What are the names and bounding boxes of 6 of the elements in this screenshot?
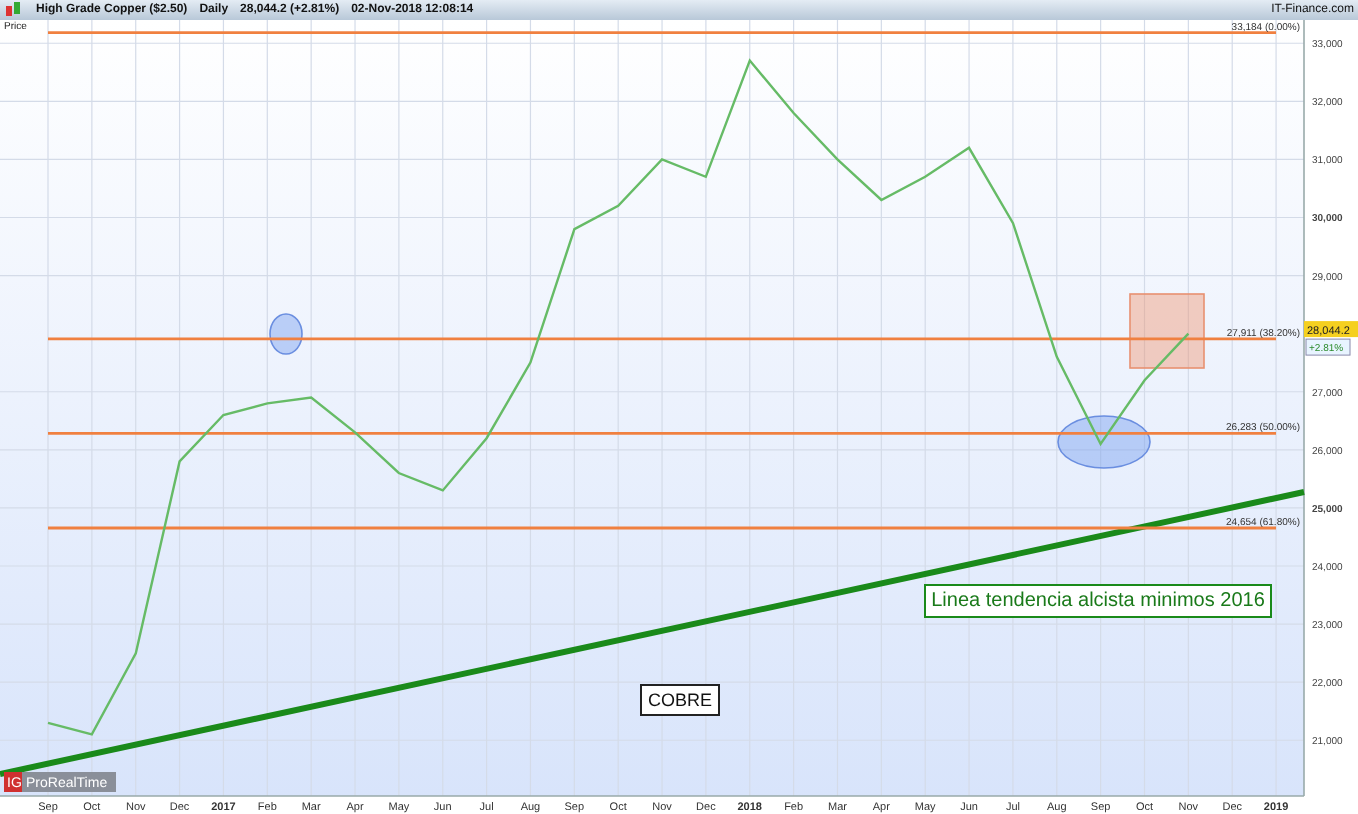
candlestick-icon <box>4 2 24 18</box>
highlight-ellipse <box>1057 415 1151 469</box>
highlight-ellipse <box>269 313 303 355</box>
annotation-label: Linea tendencia alcista minimos 2016 <box>923 583 1273 617</box>
highlight-box <box>1129 293 1205 369</box>
annotation-label: COBRE <box>639 684 720 716</box>
